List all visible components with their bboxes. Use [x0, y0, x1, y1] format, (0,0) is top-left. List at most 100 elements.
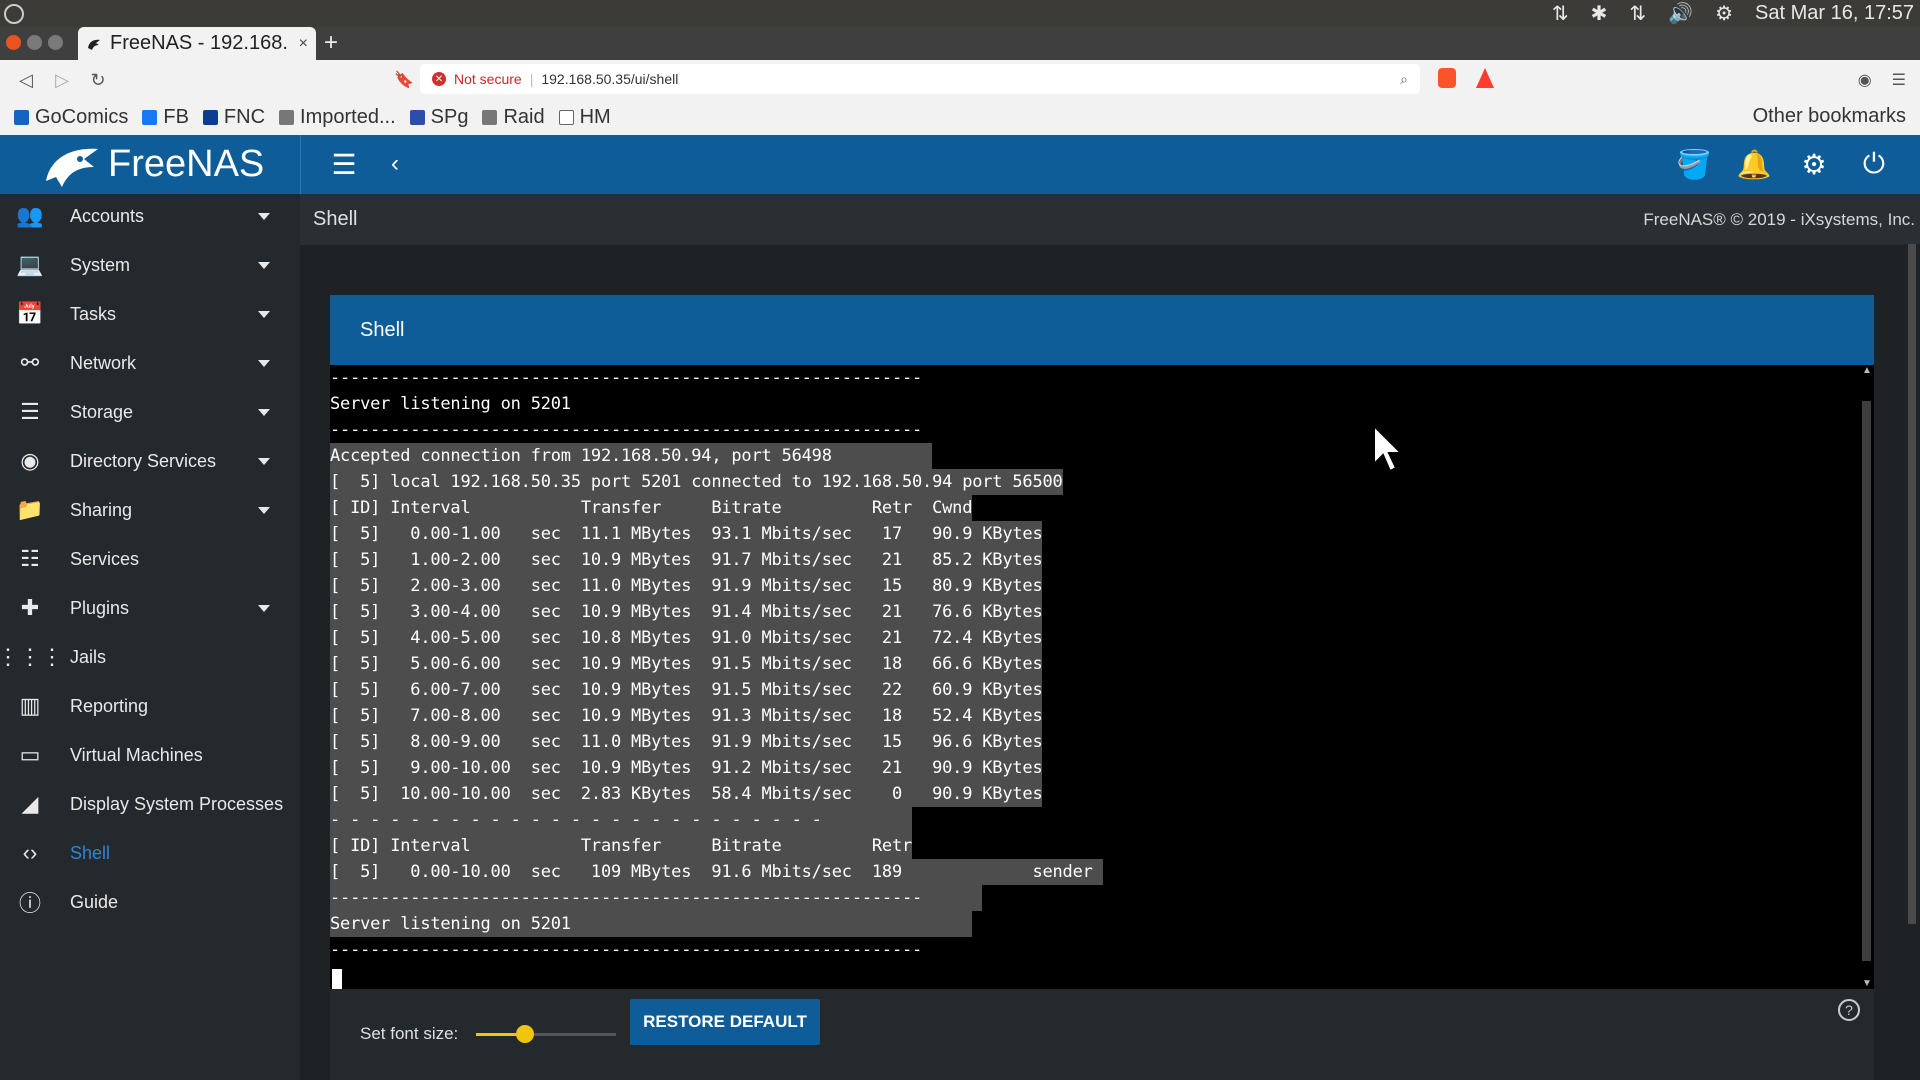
menu-icon[interactable]: ☰ — [1892, 70, 1906, 90]
calendar-icon: 📅 — [16, 301, 44, 326]
puzzle-icon: ✚ — [20, 595, 40, 620]
freenas-favicon-icon — [88, 39, 100, 50]
bookmark-icon — [409, 110, 425, 125]
chevron-down-icon[interactable] — [258, 408, 270, 416]
terminal-line: ----------------------------------------… — [330, 885, 983, 911]
tab-close-icon[interactable]: × — [299, 35, 308, 53]
bluetooth-icon[interactable]: ✱ — [1591, 1, 1608, 26]
security-label[interactable]: Not secure — [454, 71, 522, 87]
terminal-line: [ 5] 7.00-8.00 sec 10.9 MBytes 91.3 Mbit… — [330, 703, 1043, 729]
terminal-scrollbar[interactable]: ▲ ▼ — [1860, 365, 1874, 989]
terminal-line: [ 5] 8.00-9.00 sec 11.0 MBytes 91.9 Mbit… — [330, 729, 1043, 755]
bookmark-item[interactable]: HM — [558, 106, 611, 129]
font-size-slider[interactable] — [476, 1025, 616, 1043]
page-scrollbar[interactable] — [1904, 244, 1920, 1080]
settings-gear-icon[interactable]: ⚙ — [1797, 147, 1831, 181]
chevron-down-icon[interactable] — [258, 506, 270, 514]
chevron-down-icon[interactable] — [258, 457, 270, 465]
restore-default-button[interactable]: RESTORE DEFAULT — [630, 999, 820, 1045]
terminal-line: [ 5] 0.00-1.00 sec 11.1 MBytes 93.1 Mbit… — [330, 521, 1043, 547]
terminal-line: [ 5] 6.00-7.00 sec 10.9 MBytes 91.5 Mbit… — [330, 677, 1043, 703]
url-text[interactable]: 192.168.50.35/ui/shell — [541, 71, 678, 87]
network-icon[interactable]: ⇅ — [1552, 1, 1569, 26]
brave-rewards-icon[interactable] — [1476, 68, 1494, 88]
window-minimize-button[interactable] — [27, 35, 42, 50]
page-subheader: Shell FreeNAS® © 2019 - iXsystems, Inc. — [300, 194, 1920, 245]
sidebar-item-label: Network — [70, 352, 137, 373]
sidebar-item-label: Reporting — [70, 695, 149, 716]
main-content: Shell FreeNAS® © 2019 - iXsystems, Inc. … — [300, 194, 1920, 1080]
sidebar: 👥 Accounts 💻 System 📅 Tasks ⚯ Network ☰ Storage ◉ D… — [0, 194, 300, 1080]
transfer-icon[interactable]: ⇅ — [1629, 1, 1646, 26]
freenas-logo[interactable]: FreeNAS — [40, 137, 264, 191]
browser-tab[interactable]: FreeNAS - 192.168. × — [78, 27, 316, 60]
bookmark-item[interactable]: FNC — [202, 106, 265, 129]
sidebar-item-label: Accounts — [70, 205, 145, 226]
brave-shield-icon[interactable] — [1438, 68, 1456, 88]
bookmark-label: Imported... — [300, 106, 396, 128]
chevron-down-icon[interactable] — [258, 310, 270, 318]
window-maximize-button[interactable] — [48, 35, 63, 50]
scroll-up-icon[interactable]: ▲ — [1862, 365, 1872, 376]
new-tab-button[interactable]: + — [324, 29, 338, 57]
slider-knob[interactable] — [516, 1025, 534, 1043]
collapse-back-icon[interactable]: ‹ — [378, 147, 412, 181]
page-scroll-thumb[interactable] — [1908, 244, 1916, 924]
bar-chart-icon: ▥ — [19, 693, 41, 718]
chevron-down-icon[interactable] — [258, 212, 270, 220]
help-icon[interactable]: ? — [1838, 999, 1860, 1021]
scroll-down-icon[interactable]: ▼ — [1862, 978, 1872, 989]
bookmark-item[interactable]: SPg — [409, 106, 468, 129]
settings-gear-icon[interactable]: ⚙ — [1715, 1, 1733, 26]
sidebar-item-label: Shell — [70, 842, 111, 863]
back-icon[interactable]: ◁ — [16, 70, 36, 91]
clock[interactable]: Sat Mar 16, 17:57 — [1755, 2, 1914, 25]
sliders-icon: ☷ — [20, 546, 40, 571]
other-bookmarks[interactable]: Other bookmarks — [1745, 105, 1906, 128]
chevron-down-icon[interactable] — [258, 604, 270, 612]
menu-toggle-icon[interactable]: ☰ — [327, 147, 361, 181]
terminal-line: [ 5] 2.00-3.00 sec 11.0 MBytes 91.9 Mbit… — [330, 573, 1043, 599]
reload-icon[interactable]: ↻ — [88, 70, 108, 91]
brand-name: FreeNAS — [108, 142, 265, 185]
address-bar[interactable]: ✕ Not secure | 192.168.50.35/ui/shell ⌕ — [420, 64, 1420, 94]
terminal-scroll-thumb[interactable] — [1862, 401, 1871, 961]
terminal-line: [ 5] 9.00-10.00 sec 10.9 MBytes 91.2 Mbi… — [330, 755, 1043, 781]
sidebar-item-label: Virtual Machines — [70, 744, 203, 765]
theme-bucket-icon[interactable]: 🪣 — [1677, 147, 1712, 181]
grid-icon: ⋮⋮⋮ — [0, 644, 63, 669]
sidebar-item-label: Directory Services — [70, 450, 217, 471]
shell-terminal[interactable]: ----------------------------------------… — [330, 365, 1874, 989]
tab-title: FreeNAS - 192.168. — [110, 32, 288, 54]
extension-icons — [1438, 68, 1494, 88]
sidebar-item-guide[interactable]: ⓘ Guide — [0, 872, 300, 932]
window-close-button[interactable] — [6, 35, 21, 50]
zoom-icon[interactable]: ⌕ — [1400, 71, 1408, 88]
bookmark-item[interactable]: Raid — [482, 106, 545, 129]
forward-icon[interactable]: ▷ — [52, 70, 72, 91]
volume-icon[interactable]: 🔊 — [1668, 1, 1693, 26]
terminal-line: [ 5] 4.00-5.00 sec 10.8 MBytes 91.0 Mbit… — [330, 625, 1043, 651]
sidebar-item-label: System — [70, 254, 131, 275]
bookmark-page-icon[interactable]: 🔖 — [394, 70, 414, 90]
notifications-bell-icon[interactable]: 🔔 — [1737, 147, 1772, 181]
terminal-line: - - - - - - - - - - - - - - - - - - - - … — [330, 807, 913, 833]
bookmark-item[interactable]: Imported... — [279, 106, 396, 129]
chevron-down-icon[interactable] — [258, 359, 270, 367]
toolbar-right: ◉ ☰ — [1858, 70, 1906, 90]
bookmark-icon — [14, 110, 29, 125]
sidebar-item-label: Sharing — [70, 499, 133, 520]
people-icon: 👥 — [16, 203, 44, 228]
power-icon[interactable]: ⏻ — [1857, 147, 1891, 181]
terminal-line: [ ID] Interval Transfer Bitrate Retr Cwn… — [330, 495, 972, 521]
bookmark-item[interactable]: GoComics — [14, 106, 128, 129]
chevron-down-icon[interactable] — [258, 261, 270, 269]
bookmark-item[interactable]: FB — [142, 106, 189, 129]
profile-icon[interactable]: ◉ — [1858, 70, 1872, 90]
bookmarks-bar: GoComics FB FNC Imported... SPg Raid HM Other b… — [0, 100, 1920, 135]
sidebar-item-label: Services — [70, 548, 140, 569]
shell-footer: Set font size: RESTORE DEFAULT ? — [330, 989, 1874, 1080]
not-secure-icon: ✕ — [432, 72, 446, 86]
terminal-line: [ 5] local 192.168.50.35 port 5201 conne… — [330, 469, 1063, 495]
ubuntu-logo-icon[interactable] — [4, 3, 24, 24]
